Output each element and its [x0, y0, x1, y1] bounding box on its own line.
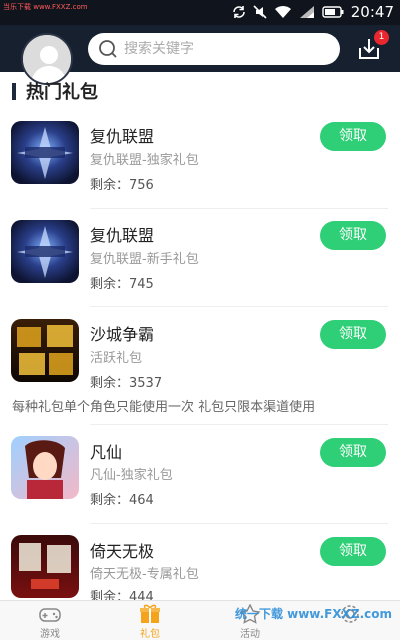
status-icons: 20:47 — [232, 3, 394, 21]
download-badge: 1 — [374, 30, 389, 45]
wifi-icon — [274, 5, 291, 18]
gift-name: 复仇联盟 — [90, 226, 155, 245]
status-bar: 当乐下载 www.FXXZ.com 20:47 — [0, 0, 400, 25]
claim-button[interactable]: 领取 — [320, 320, 386, 349]
claim-button[interactable]: 领取 — [320, 122, 386, 151]
battery-icon — [322, 6, 344, 18]
gift-remain: 剩余：3537 — [90, 376, 163, 391]
gift-name: 凡仙 — [90, 443, 123, 462]
gift-name: 复仇联盟 — [90, 127, 155, 146]
divider — [90, 208, 388, 209]
gift-desc: 活跃礼包 — [90, 351, 143, 366]
section-marker — [12, 82, 16, 100]
divider — [90, 424, 388, 425]
site-logo: 当乐下载 www.FXXZ.com — [3, 3, 88, 11]
nav-item-games[interactable]: 游戏 — [0, 601, 100, 640]
nav-label: 游戏 — [40, 629, 60, 640]
download-button[interactable]: 1 — [356, 30, 389, 66]
game-icon-fanxian[interactable] — [11, 436, 79, 499]
watermark: 统一下载 www.FXXZ.com — [234, 607, 392, 621]
game-icon-yitian[interactable] — [11, 535, 79, 598]
game-icon-fuchou[interactable] — [11, 121, 79, 184]
nav-label: 礼包 — [140, 629, 160, 640]
gift-note: 每种礼包单个角色只能使用一次 礼包只限本渠道使用 — [12, 400, 316, 415]
gift-name: 倚天无极 — [90, 542, 155, 561]
clock: 20:47 — [350, 3, 394, 21]
nav-item-gifts[interactable]: 礼包 — [100, 601, 200, 640]
game-icon-fuchou[interactable] — [11, 220, 79, 283]
app-header: 1 — [0, 25, 400, 85]
signal-icon — [299, 6, 314, 18]
gift-desc: 复仇联盟-新手礼包 — [90, 252, 199, 267]
divider — [90, 306, 388, 307]
search-bar[interactable] — [88, 33, 340, 65]
gift-remain: 剩余：756 — [90, 178, 154, 193]
claim-button[interactable]: 领取 — [320, 221, 386, 250]
gift-desc: 倚天无极-专属礼包 — [90, 567, 199, 582]
search-icon — [99, 40, 117, 58]
search-input[interactable] — [124, 41, 324, 57]
mute-icon — [253, 5, 267, 19]
gift-desc: 凡仙-独家礼包 — [90, 468, 173, 483]
gamepad-icon — [39, 608, 61, 622]
nav-label: 活动 — [240, 629, 260, 640]
sync-icon — [232, 6, 245, 18]
gift-remain: 剩余：745 — [90, 277, 154, 292]
gift-remain: 剩余：464 — [90, 493, 154, 508]
gift-icon — [140, 604, 160, 623]
gift-name: 沙城争霸 — [90, 325, 155, 344]
section-title: 热门礼包 — [12, 79, 98, 103]
divider — [90, 523, 388, 524]
section-title-text: 热门礼包 — [26, 82, 98, 103]
gift-desc: 复仇联盟-独家礼包 — [90, 153, 199, 168]
claim-button[interactable]: 领取 — [320, 537, 386, 566]
game-icon-shacheng[interactable] — [11, 319, 79, 382]
claim-button[interactable]: 领取 — [320, 438, 386, 467]
